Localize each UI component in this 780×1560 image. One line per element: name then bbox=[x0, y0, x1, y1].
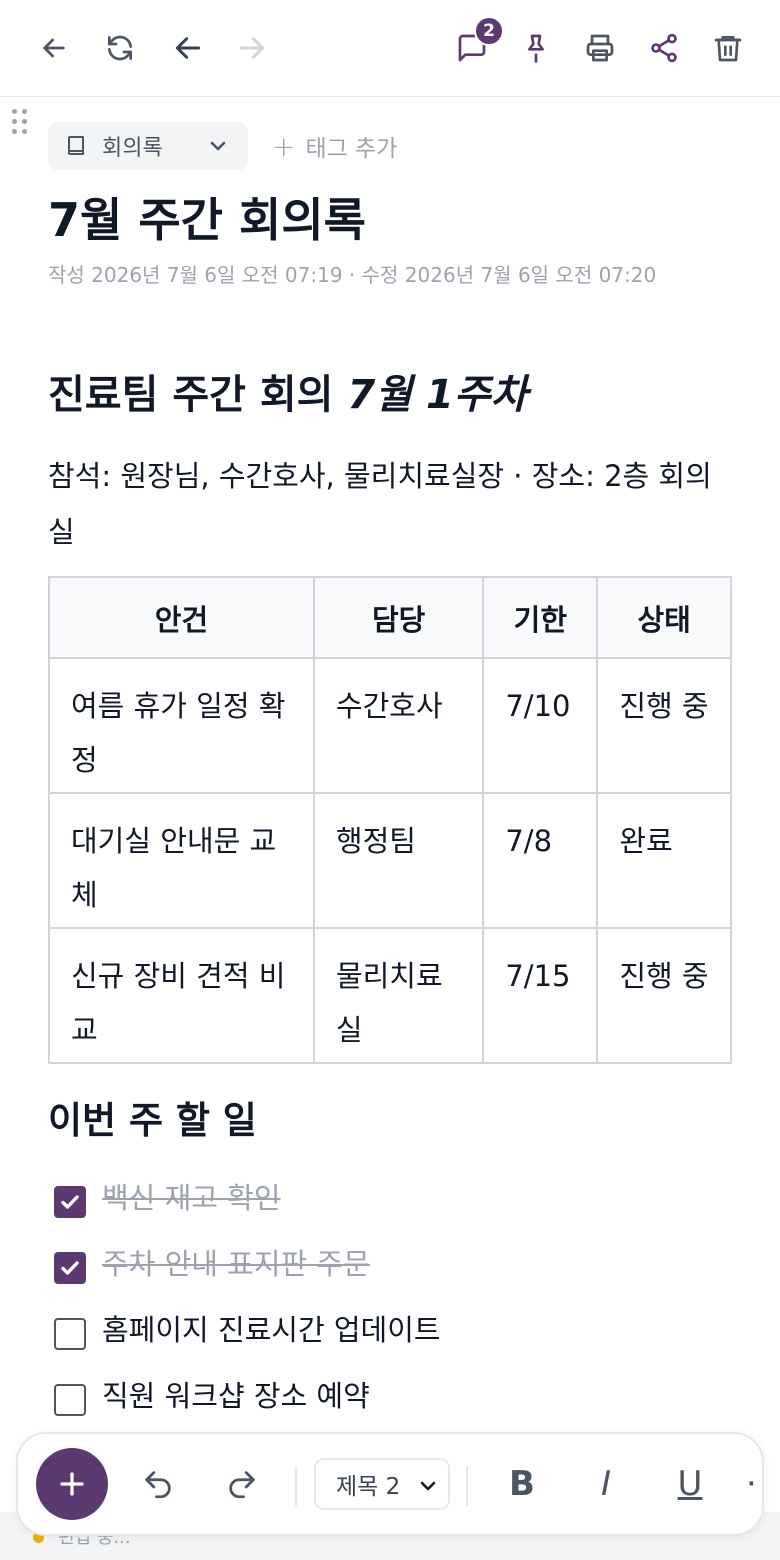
toolbar-divider bbox=[295, 1466, 297, 1506]
notebook-icon bbox=[68, 136, 84, 155]
todo-item: 주차 안내 표지판 주문 bbox=[54, 1241, 370, 1284]
comment-count-badge: 2 bbox=[474, 16, 504, 46]
todo-checkbox[interactable] bbox=[54, 1186, 86, 1218]
check-icon bbox=[61, 1195, 79, 1209]
redo-button[interactable] bbox=[228, 24, 276, 72]
underline-button[interactable]: U bbox=[664, 1458, 716, 1510]
pin-button[interactable] bbox=[512, 24, 560, 72]
table-row: 대기실 안내문 교체 행정팀 7/8 완료 bbox=[48, 792, 732, 929]
insert-block-button[interactable] bbox=[36, 1448, 108, 1520]
todo-text[interactable]: 주차 안내 표지판 주문 bbox=[102, 1241, 370, 1283]
table-cell[interactable]: 진행 중 bbox=[596, 657, 732, 794]
table-cell[interactable]: 신규 장비 견적 비교 bbox=[48, 927, 315, 1064]
top-toolbar: 2 bbox=[0, 0, 780, 97]
refresh-icon bbox=[108, 35, 132, 61]
print-button[interactable] bbox=[576, 24, 624, 72]
more-format-icon: · bbox=[746, 1464, 757, 1504]
share-icon bbox=[651, 33, 677, 63]
back-button[interactable] bbox=[30, 24, 78, 72]
format-undo-button[interactable] bbox=[132, 1458, 184, 1510]
table-cell[interactable]: 행정팀 bbox=[312, 792, 485, 929]
add-tag-button[interactable]: + 태그 추가 bbox=[272, 128, 397, 164]
table-cell[interactable]: 대기실 안내문 교체 bbox=[48, 792, 315, 929]
chevron-down-icon bbox=[420, 1481, 436, 1491]
back-arrow-icon bbox=[43, 38, 65, 58]
plus-icon bbox=[60, 1472, 84, 1496]
chevron-down-icon bbox=[210, 141, 226, 151]
table-header-cell[interactable]: 안건 bbox=[48, 576, 315, 659]
drag-handle-icon[interactable] bbox=[10, 107, 30, 137]
notebook-label: 회의록 bbox=[102, 136, 163, 161]
share-button[interactable] bbox=[640, 24, 688, 72]
table-row: 여름 휴가 일정 확정 수간호사 7/10 진행 중 bbox=[48, 657, 732, 794]
sync-button[interactable] bbox=[96, 24, 144, 72]
table-cell[interactable]: 진행 중 bbox=[596, 927, 732, 1064]
undo-button[interactable] bbox=[164, 24, 212, 72]
more-format-button[interactable]: · bbox=[746, 1458, 762, 1510]
table-header-cell[interactable]: 상태 bbox=[596, 576, 732, 659]
undo-icon bbox=[145, 1471, 171, 1499]
check-icon bbox=[61, 1261, 79, 1275]
pin-icon bbox=[528, 34, 544, 63]
todo-text[interactable]: 백신 재고 확인 bbox=[102, 1175, 281, 1217]
todo-text[interactable]: 홈페이지 진료시간 업데이트 bbox=[102, 1307, 441, 1349]
note-title[interactable]: 7월 주간 회의록 bbox=[48, 184, 366, 250]
table-cell[interactable]: 여름 휴가 일정 확정 bbox=[48, 657, 315, 794]
todo-item: 홈페이지 진료시간 업데이트 bbox=[54, 1307, 441, 1350]
table-header-cell[interactable]: 기한 bbox=[482, 576, 599, 659]
todo-item: 직원 워크샵 장소 예약 bbox=[54, 1373, 370, 1416]
todo-item: 백신 재고 확인 bbox=[54, 1175, 281, 1218]
table-cell[interactable]: 7/10 bbox=[482, 657, 599, 794]
todo-text[interactable]: 직원 워크샵 장소 예약 bbox=[102, 1373, 370, 1415]
undo-arrow-icon bbox=[175, 37, 201, 59]
heading-style-value: 제목 2 bbox=[336, 1474, 401, 1500]
comments-button[interactable]: 2 bbox=[448, 16, 504, 72]
todo-checkbox[interactable] bbox=[54, 1252, 86, 1284]
redo-icon bbox=[229, 1471, 255, 1499]
redo-arrow-icon bbox=[239, 37, 265, 59]
table-cell[interactable]: 완료 bbox=[596, 792, 732, 929]
bold-button[interactable]: B bbox=[496, 1458, 548, 1510]
table-cell[interactable]: 수간호사 bbox=[312, 657, 485, 794]
todo-heading[interactable]: 이번 주 할 일 bbox=[48, 1090, 257, 1144]
table-header-cell[interactable]: 담당 bbox=[312, 576, 485, 659]
table-cell[interactable]: 7/15 bbox=[482, 927, 599, 1064]
format-redo-button[interactable] bbox=[216, 1458, 268, 1510]
trash-icon bbox=[714, 36, 742, 62]
table-cell[interactable]: 7/8 bbox=[482, 792, 599, 929]
attendees-paragraph[interactable]: 참석: 원장님, 수간호사, 물리치료실장 · 장소: 2층 회의실 bbox=[48, 448, 738, 560]
bold-icon: B bbox=[509, 1464, 535, 1504]
agenda-table[interactable]: 안건 담당 기한 상태 여름 휴가 일정 확정 수간호사 7/10 진행 중 대… bbox=[48, 576, 732, 1064]
table-row: 신규 장비 견적 비교 물리치료실 7/15 진행 중 bbox=[48, 927, 732, 1064]
heading-plain-text: 진료팀 주간 회의 bbox=[48, 372, 348, 418]
table-header-row: 안건 담당 기한 상태 bbox=[48, 576, 732, 659]
heading-style-select[interactable]: 제목 2 bbox=[314, 1458, 450, 1510]
note-meta: 작성 2026년 7월 6일 오전 07:19 · 수정 2026년 7월 6일… bbox=[48, 263, 657, 287]
table-cell[interactable]: 물리치료실 bbox=[312, 927, 485, 1064]
italic-icon: I bbox=[600, 1464, 612, 1504]
section-heading[interactable]: 진료팀 주간 회의 7월 1주차 bbox=[48, 362, 527, 420]
italic-button[interactable]: I bbox=[580, 1458, 632, 1510]
underline-icon: U bbox=[677, 1464, 703, 1504]
todo-checkbox[interactable] bbox=[54, 1318, 86, 1350]
toolbar-divider bbox=[466, 1466, 468, 1506]
add-tag-label: 태그 추가 bbox=[305, 136, 398, 162]
heading-italic-text: 7월 1주차 bbox=[347, 372, 528, 418]
notebook-selector[interactable]: 회의록 bbox=[48, 122, 248, 170]
format-toolbar: 제목 2 B I U · bbox=[16, 1432, 764, 1536]
print-icon bbox=[586, 34, 614, 62]
plus-icon: + bbox=[272, 129, 296, 163]
delete-button[interactable] bbox=[704, 24, 752, 72]
todo-checkbox[interactable] bbox=[54, 1384, 86, 1416]
